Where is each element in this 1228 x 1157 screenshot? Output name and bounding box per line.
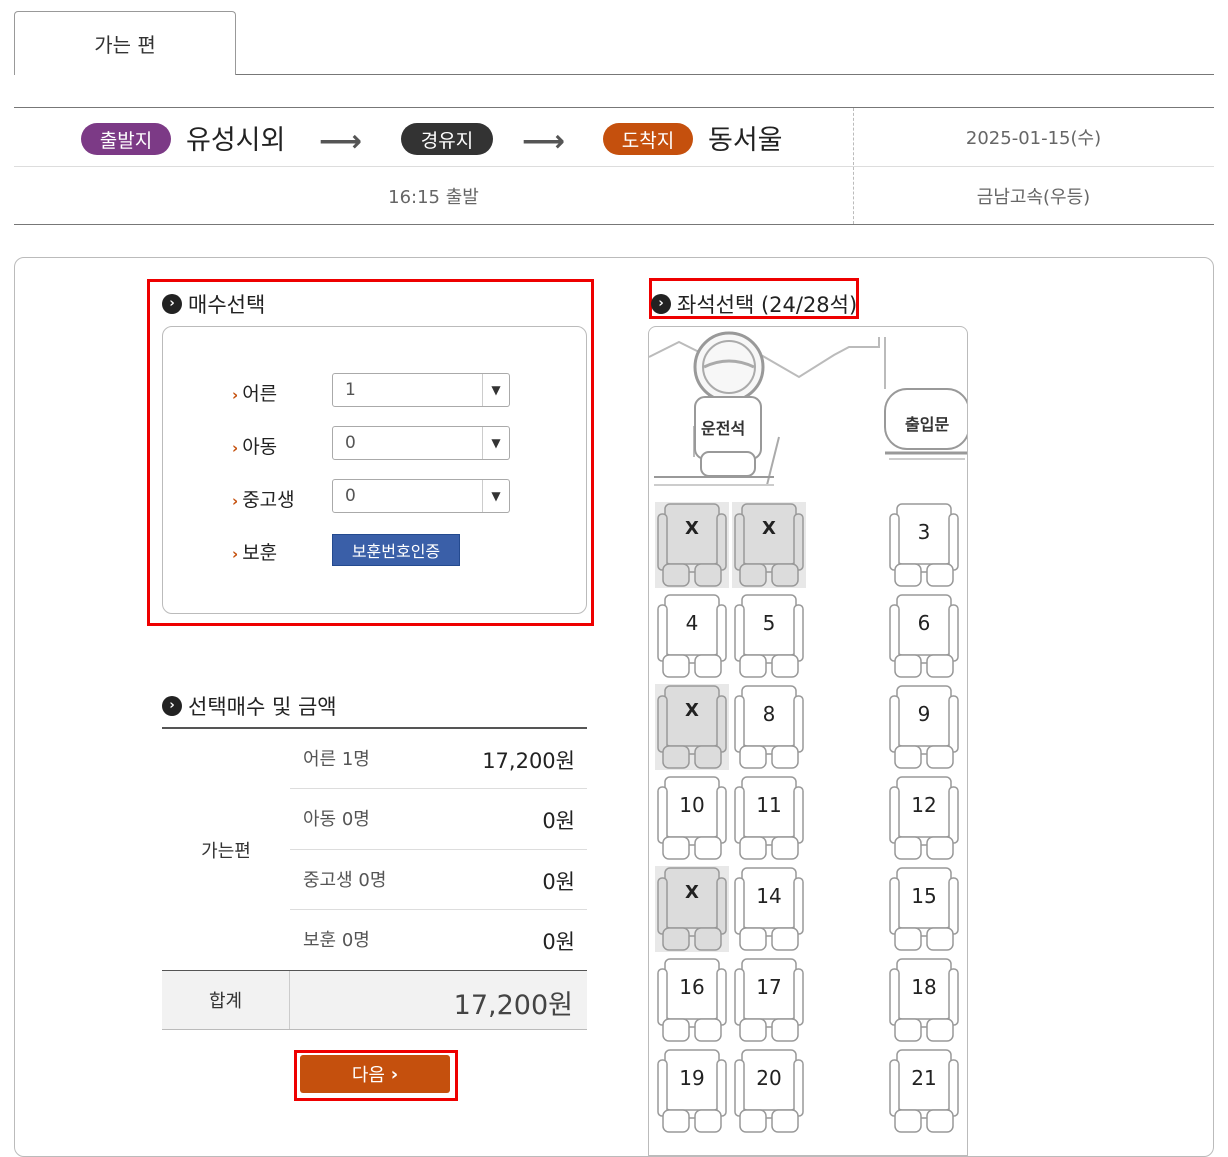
seat-13: X: [655, 866, 729, 952]
count-title-text: 매수선택: [188, 293, 266, 317]
summary-row: 보훈 0명 0원: [303, 930, 575, 954]
veteran-label: › 보훈: [232, 542, 278, 564]
seat-12[interactable]: 12: [887, 775, 961, 861]
seat-taken-mark: X: [685, 518, 699, 539]
seat-19[interactable]: 19: [655, 1048, 729, 1134]
arrival-badge: 도착지: [603, 123, 693, 155]
seat-number: 10: [679, 793, 705, 817]
summary-title-text: 선택매수 및 금액: [188, 695, 337, 719]
chevron-down-icon: ▼: [482, 374, 509, 406]
seat-11[interactable]: 11: [732, 775, 806, 861]
seat-number: 9: [917, 702, 931, 726]
summary-row: 아동 0명 0원: [303, 809, 575, 833]
summary-row: 어른 1명 17,200원: [303, 749, 575, 773]
total-label: 합계: [162, 971, 290, 1029]
count-section-title: › 매수선택: [162, 289, 265, 319]
tab-label: 가는 편: [94, 33, 156, 57]
trip-label: 가는편: [201, 840, 251, 862]
seat-number: 16: [679, 975, 705, 999]
departure-time: 16:15 출발: [388, 186, 479, 208]
seat-14[interactable]: 14: [732, 866, 806, 952]
child-label: › 아동: [232, 436, 278, 458]
seat-3[interactable]: 3: [887, 502, 961, 588]
seat-section-title: › 좌석선택 (24/28석): [651, 289, 857, 319]
arrival-terminal: 동서울: [708, 125, 783, 156]
seat-number: 12: [911, 793, 937, 817]
seat-7: X: [655, 684, 729, 770]
veteran-verify-button[interactable]: 보훈번호인증: [332, 534, 460, 566]
seat-16[interactable]: 16: [655, 957, 729, 1043]
seat-number: 18: [911, 975, 937, 999]
total-row: 합계 17,200원: [162, 970, 587, 1030]
adult-label: › 어른: [232, 383, 278, 405]
seat-15[interactable]: 15: [887, 866, 961, 952]
chevron-right-icon: ›: [390, 1063, 399, 1085]
seat-number: 11: [756, 793, 782, 817]
seat-17[interactable]: 17: [732, 957, 806, 1043]
arrow-icon: ⟶: [522, 124, 566, 159]
seat-6[interactable]: 6: [887, 593, 961, 679]
seat-8[interactable]: 8: [732, 684, 806, 770]
seat-taken-mark: X: [685, 700, 699, 721]
seat-20[interactable]: 20: [732, 1048, 806, 1134]
route-info: 출발지 유성시외 ⟶ 경유지 ⟶ 도착지 동서울 2025-01-15(수) 1…: [14, 107, 1214, 225]
child-count-select[interactable]: 0 ▼: [332, 426, 510, 460]
seat-title-text: 좌석선택 (24/28석): [677, 293, 858, 317]
departure-terminal: 유성시외: [186, 125, 286, 156]
seat-2: X: [732, 502, 806, 588]
seat-21[interactable]: 21: [887, 1048, 961, 1134]
seat-number: 15: [911, 884, 937, 908]
count-box: [162, 326, 587, 614]
tab-outbound[interactable]: 가는 편: [14, 11, 236, 75]
departure-badge: 출발지: [81, 123, 171, 155]
summary-title: › 선택매수 및 금액: [162, 691, 337, 721]
next-button[interactable]: 다음 ›: [300, 1055, 450, 1093]
driver-seat-label: 운전석: [701, 419, 746, 438]
seat-taken-mark: X: [685, 882, 699, 903]
chevron-right-icon: ›: [651, 294, 671, 314]
seat-number: 3: [917, 520, 931, 544]
total-amount: 17,200원: [453, 990, 573, 1021]
chevron-right-icon: ›: [162, 294, 182, 314]
travel-date: 2025-01-15(수): [965, 128, 1102, 149]
seat-taken-mark: X: [762, 518, 776, 539]
seat-number: 21: [911, 1066, 937, 1090]
chevron-down-icon: ▼: [482, 480, 509, 512]
seat-number: 5: [762, 611, 776, 635]
seat-number: 14: [756, 884, 782, 908]
seat-18[interactable]: 18: [887, 957, 961, 1043]
door-label: 출입문: [905, 415, 950, 434]
seat-number: 20: [756, 1066, 782, 1090]
seat-number: 8: [762, 702, 776, 726]
adult-count-select[interactable]: 1 ▼: [332, 373, 510, 407]
arrow-icon: ⟶: [319, 124, 363, 159]
seat-9[interactable]: 9: [887, 684, 961, 770]
tab-divider: [236, 74, 1214, 75]
chevron-down-icon: ▼: [482, 427, 509, 459]
seat-number: 17: [756, 975, 782, 999]
summary-row: 중고생 0명 0원: [303, 870, 575, 894]
seat-number: 6: [917, 611, 931, 635]
via-badge[interactable]: 경유지: [401, 123, 493, 155]
seat-10[interactable]: 10: [655, 775, 729, 861]
seat-number: 4: [685, 611, 699, 635]
chevron-right-icon: ›: [162, 696, 182, 716]
student-count-select[interactable]: 0 ▼: [332, 479, 510, 513]
bus-seat-map: 운전석 출입문 X X 3 4 5 6 X 8 9 10 11 12 X 14 15 16 17 18 19 20 21: [648, 326, 968, 1156]
bus-company: 금남고속(우등): [976, 186, 1091, 208]
seat-5[interactable]: 5: [732, 593, 806, 679]
seat-1: X: [655, 502, 729, 588]
seat-number: 19: [679, 1066, 705, 1090]
student-label: › 중고생: [232, 489, 295, 511]
seat-4[interactable]: 4: [655, 593, 729, 679]
